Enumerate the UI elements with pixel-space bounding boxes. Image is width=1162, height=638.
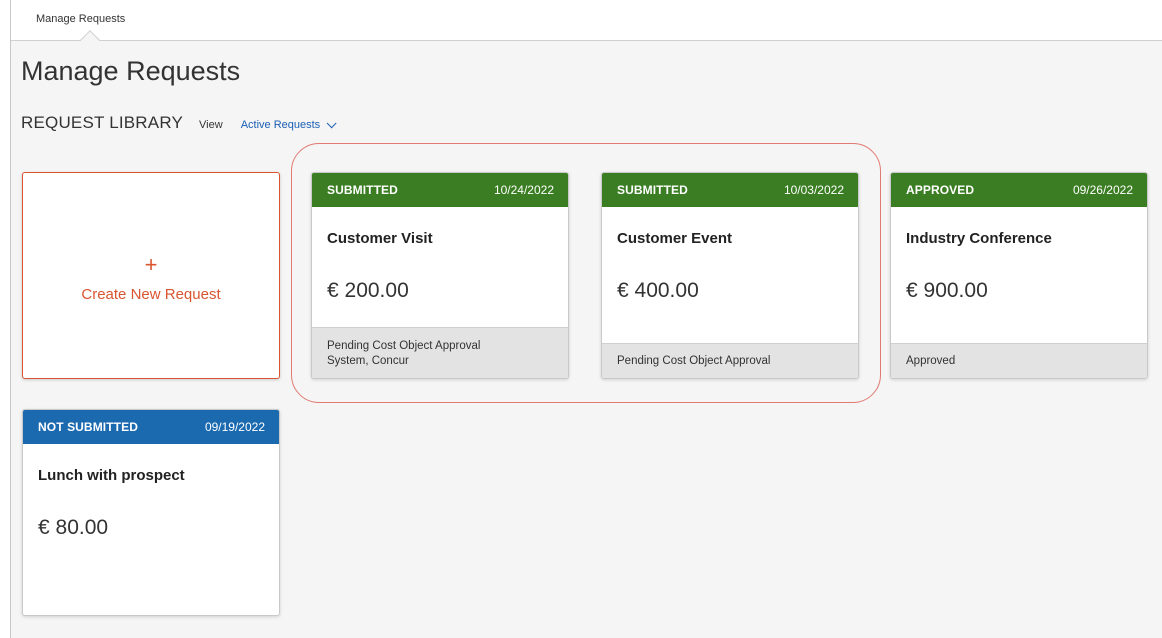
request-name: Customer Event — [617, 230, 733, 247]
view-label: View — [199, 119, 223, 131]
plus-icon: + — [144, 252, 158, 277]
active-tab-indicator — [80, 30, 100, 50]
request-card[interactable]: SUBMITTED 10/24/2022 Customer Visit € 20… — [311, 172, 569, 379]
request-status-text: Approved — [906, 355, 956, 367]
request-status-footer: Pending Cost Object Approval — [602, 343, 858, 378]
create-new-request-label: Create New Request — [81, 286, 221, 303]
request-amount: € 900.00 — [906, 279, 988, 302]
request-status-text: Pending Cost Object Approval — [617, 355, 771, 367]
request-date: 10/03/2022 — [783, 183, 844, 197]
request-name: Customer Visit — [327, 230, 433, 247]
request-card[interactable]: SUBMITTED 10/03/2022 Customer Event € 40… — [601, 172, 859, 379]
card-status-bar: APPROVED 09/26/2022 — [891, 173, 1147, 207]
status-badge: SUBMITTED — [327, 183, 398, 197]
request-amount: € 80.00 — [38, 516, 109, 539]
status-badge: SUBMITTED — [617, 183, 688, 197]
view-dropdown-value: Active Requests — [240, 119, 321, 131]
request-card[interactable]: APPROVED 09/26/2022 Industry Conference … — [890, 172, 1148, 379]
top-nav: Manage Requests — [11, 0, 1162, 50]
create-new-request-button[interactable]: + Create New Request — [22, 172, 280, 379]
request-approver-text: System, Concur — [327, 354, 409, 367]
view-dropdown[interactable]: Active Requests — [240, 117, 337, 131]
request-status-footer: Pending Cost Object Approval System, Con… — [312, 327, 568, 378]
card-status-bar: SUBMITTED 10/03/2022 — [602, 173, 858, 207]
library-header: REQUEST LIBRARY View Active Requests — [21, 113, 337, 133]
request-amount: € 400.00 — [617, 279, 699, 302]
request-date: 09/19/2022 — [204, 420, 265, 434]
app-frame: Manage Requests Manage Requests REQUEST … — [10, 0, 1162, 638]
request-date: 10/24/2022 — [493, 183, 554, 197]
request-status-text: Pending Cost Object Approval — [327, 339, 481, 352]
card-status-bar: SUBMITTED 10/24/2022 — [312, 173, 568, 207]
page-title: Manage Requests — [21, 56, 241, 86]
request-name: Lunch with prospect — [38, 467, 185, 484]
request-card[interactable]: NOT SUBMITTED 09/19/2022 Lunch with pros… — [22, 409, 280, 616]
status-badge: APPROVED — [906, 183, 975, 197]
chevron-down-icon — [326, 117, 337, 128]
breadcrumb-manage-requests[interactable]: Manage Requests — [36, 13, 125, 25]
request-name: Industry Conference — [906, 230, 1052, 247]
request-amount: € 200.00 — [327, 279, 409, 302]
status-badge: NOT SUBMITTED — [38, 420, 138, 434]
library-title: REQUEST LIBRARY — [21, 113, 184, 132]
card-status-bar: NOT SUBMITTED 09/19/2022 — [23, 410, 279, 444]
request-status-footer: Approved — [891, 343, 1147, 378]
request-date: 09/26/2022 — [1072, 183, 1133, 197]
